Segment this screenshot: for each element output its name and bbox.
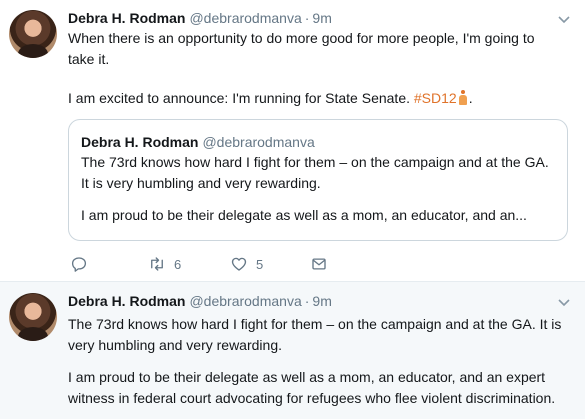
- author-name[interactable]: Debra H. Rodman: [68, 10, 185, 26]
- announcement-text: I am excited to announce: I'm running fo…: [68, 90, 414, 106]
- tweet[interactable]: Debra H. Rodman @debrarodmanva · 9m When th…: [0, 0, 585, 282]
- timestamp[interactable]: 9m: [312, 10, 331, 26]
- tweet-text-line: very humbling and very rewarding.: [68, 337, 282, 353]
- tweet-text: I am proud to be their delegate as well …: [68, 367, 568, 409]
- author-handle[interactable]: @debrarodmanva: [189, 10, 301, 26]
- tweet-text: When there is an opportunity to do more …: [68, 28, 568, 70]
- like-count: 5: [256, 256, 264, 272]
- timestamp[interactable]: 9m: [312, 293, 331, 309]
- separator-dot: ·: [304, 10, 310, 26]
- woman-walking-emoji-icon: [457, 90, 469, 106]
- quoted-tweet-text-truncated: I am proud to be their delegate as well …: [81, 207, 527, 223]
- tweet-text-line: I am proud to be their delegate as well …: [68, 369, 546, 385]
- retweet-icon: [151, 257, 163, 271]
- author-handle[interactable]: @debrarodmanva: [189, 293, 301, 309]
- tweet-header: Debra H. Rodman @debrarodmanva · 9m: [68, 292, 332, 310]
- trailing-punctuation: .: [468, 90, 473, 106]
- retweet-button[interactable]: 6: [148, 254, 181, 274]
- quoted-tweet-header: Debra H. Rodman @debrarodmanva: [81, 133, 315, 151]
- tweet-thread-reply[interactable]: Debra H. Rodman @debrarodmanva · 9m The 73r…: [0, 282, 585, 419]
- quoted-tweet-text: The 73rd knows how hard I fight for them…: [81, 152, 559, 194]
- tweet-text-line: The 73rd knows how hard I fight for them…: [68, 316, 562, 332]
- mail-icon: [312, 258, 326, 270]
- quoted-text-line: The 73rd knows how hard I fight for them…: [81, 154, 549, 170]
- quoted-author-handle: @debrarodmanva: [202, 134, 315, 150]
- tweet-text: The 73rd knows how hard I fight for them…: [68, 314, 568, 356]
- tweet-text-line: witness in federal court advocating for …: [68, 390, 556, 406]
- quoted-text-line: It is very humbling and very rewarding.: [81, 175, 321, 191]
- avatar[interactable]: [9, 293, 57, 341]
- author-name[interactable]: Debra H. Rodman: [68, 293, 185, 309]
- heart-icon: [231, 257, 247, 271]
- hashtag-link[interactable]: #SD12: [414, 90, 457, 106]
- reply-button[interactable]: [70, 254, 88, 274]
- direct-message-button[interactable]: [310, 254, 328, 274]
- avatar[interactable]: [9, 10, 57, 58]
- chevron-down-icon[interactable]: [557, 12, 571, 26]
- reply-icon: [71, 257, 87, 272]
- tweet-text-announcement: I am excited to announce: I'm running fo…: [68, 88, 568, 109]
- tweet-text-line: take it.: [68, 51, 110, 67]
- quoted-tweet[interactable]: Debra H. Rodman @debrarodmanva The 73rd k…: [68, 119, 568, 241]
- separator-dot: ·: [304, 293, 310, 309]
- tweet-header: Debra H. Rodman @debrarodmanva · 9m: [68, 9, 332, 27]
- quoted-author-name: Debra H. Rodman: [81, 134, 199, 150]
- like-button[interactable]: 5: [230, 254, 263, 274]
- retweet-count: 6: [174, 256, 182, 272]
- tweet-text-line: When there is an opportunity to do more …: [68, 30, 535, 46]
- tweet-actions: 6 5: [68, 254, 568, 274]
- chevron-down-icon[interactable]: [557, 295, 571, 309]
